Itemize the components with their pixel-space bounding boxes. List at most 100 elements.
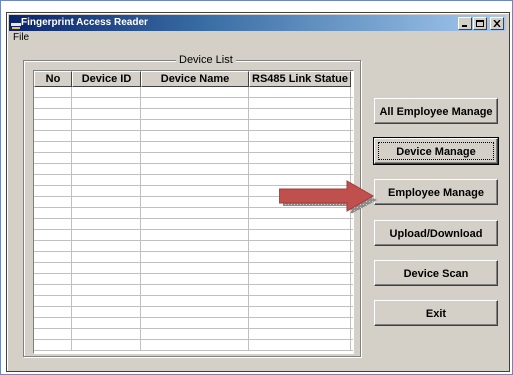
maximize-icon [476,20,484,27]
table-cell [249,142,351,152]
table-cell [34,109,72,119]
table-row[interactable] [34,98,353,109]
table-row[interactable] [34,340,353,351]
table-cell [72,164,141,174]
table-cell [141,175,249,185]
table-cell [141,329,249,339]
table-cell [141,153,249,163]
table-row[interactable] [34,164,353,175]
employee-manage-button[interactable]: Employee Manage [374,179,498,205]
table-cell [34,241,72,251]
table-cell [141,219,249,229]
table-cell [72,285,141,295]
table-cell [141,109,249,119]
table-cell [141,131,249,141]
table-cell [249,164,351,174]
table-cell [249,307,351,317]
table-row[interactable] [34,329,353,340]
table-row[interactable] [34,120,353,131]
table-cell [34,219,72,229]
table-cell [34,208,72,218]
table-row[interactable] [34,252,353,263]
menu-file[interactable]: File [13,32,29,44]
table-row[interactable] [34,109,353,120]
upload-download-button[interactable]: Upload/Download [374,220,498,246]
table-row[interactable] [34,285,353,296]
table-cell [72,318,141,328]
table-cell [34,142,72,152]
table-cell [72,208,141,218]
table-cell [249,120,351,130]
table-cell [34,131,72,141]
table-cell [249,230,351,240]
table-cell [249,109,351,119]
table-cell [249,252,351,262]
column-header-device-name[interactable]: Device Name [141,71,249,87]
table-cell [72,109,141,119]
table-body[interactable] [34,87,353,353]
table-cell [34,230,72,240]
table-cell [72,87,141,97]
table-row[interactable] [34,318,353,329]
table-cell [72,307,141,317]
table-cell [141,274,249,284]
device-manage-button[interactable]: Device Manage [373,137,499,165]
table-cell [34,164,72,174]
table-cell [249,98,351,108]
close-button[interactable] [490,17,504,30]
column-header-rs485-link-statue[interactable]: RS485 Link Statue [249,71,351,87]
table-cell [72,153,141,163]
table-row[interactable] [34,230,353,241]
table-row[interactable] [34,241,353,252]
table-cell [34,87,72,97]
table-cell [34,329,72,339]
device-list-label: Device List [176,54,236,66]
table-cell [72,98,141,108]
table-cell [72,131,141,141]
table-cell [141,142,249,152]
table-cell [141,87,249,97]
table-cell [72,120,141,130]
menu-bar: File [9,32,506,45]
table-row[interactable] [34,142,353,153]
table-header: No Device ID Device Name RS485 Link Stat… [34,71,351,87]
table-cell [141,340,249,350]
title-bar[interactable]: Fingerprint Access Reader [9,15,506,31]
table-cell [72,219,141,229]
column-header-device-id[interactable]: Device ID [72,71,141,87]
table-row[interactable] [34,296,353,307]
all-employee-manage-button[interactable]: All Employee Manage [374,98,498,124]
arrow-icon [279,180,377,214]
table-cell [141,208,249,218]
table-cell [141,186,249,196]
table-cell [141,230,249,240]
table-cell [141,120,249,130]
table-row[interactable] [34,219,353,230]
table-row[interactable] [34,87,353,98]
table-cell [141,252,249,262]
table-cell [72,274,141,284]
table-row[interactable] [34,274,353,285]
table-cell [34,307,72,317]
table-cell [72,142,141,152]
table-cell [34,252,72,262]
device-scan-button[interactable]: Device Scan [374,260,498,286]
exit-button[interactable]: Exit [374,300,498,326]
table-cell [72,241,141,251]
maximize-button[interactable] [473,17,487,30]
table-cell [34,98,72,108]
table-cell [72,296,141,306]
table-row[interactable] [34,131,353,142]
table-cell [249,219,351,229]
table-cell [249,274,351,284]
table-cell [249,340,351,350]
device-manage-label: Device Manage [396,146,476,158]
minimize-button[interactable] [458,17,472,30]
table-row[interactable] [34,263,353,274]
table-row[interactable] [34,153,353,164]
app-window: Fingerprint Access Reader File Device Li… [6,12,510,372]
table-cell [34,186,72,196]
column-header-no[interactable]: No [34,71,72,87]
table-row[interactable] [34,307,353,318]
table-cell [141,285,249,295]
